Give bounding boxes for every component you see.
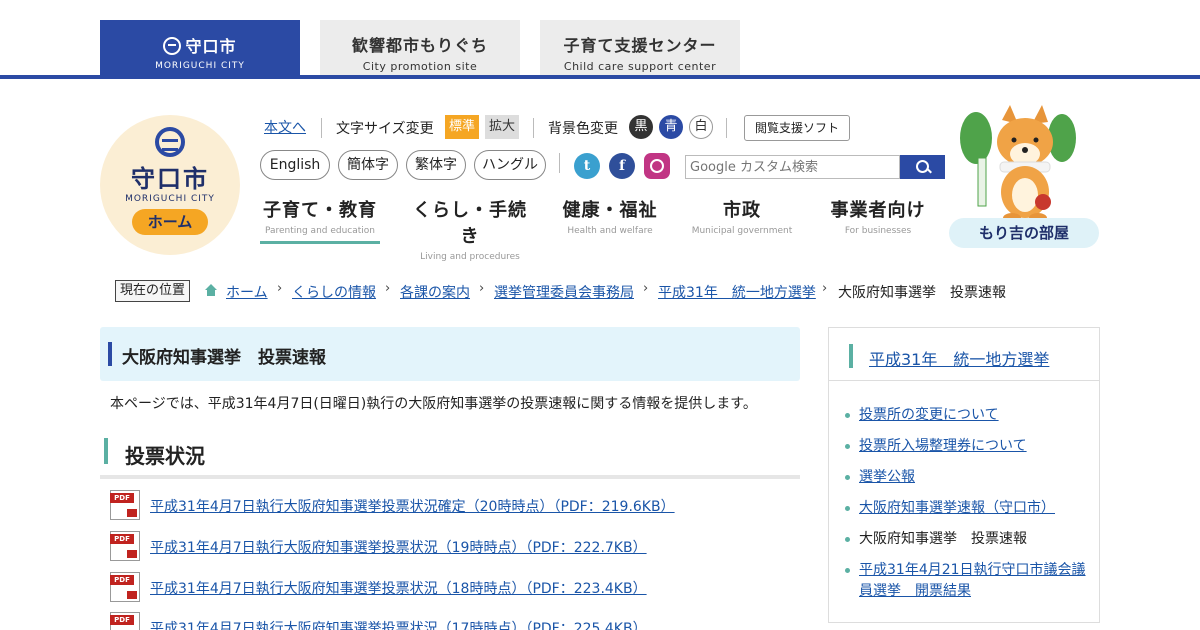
top-divider [0,75,1200,79]
home-button[interactable]: ホーム [132,209,208,235]
top-tab-child-title: 子育て支援センター [563,36,717,55]
nav-sublabel: Parenting and education [264,226,376,236]
side-nav-header: 平成31年 統一地方選挙 [829,328,1099,381]
skip-to-content-link[interactable]: 本文へ [264,117,306,137]
font-size-large-button[interactable]: 拡大 [485,115,519,139]
lang-simplified-chinese-button[interactable]: 簡体字 [338,150,398,180]
nav-label: 市政 [723,200,761,221]
nav-sublabel: Living and procedures [420,252,520,262]
breadcrumb-link-home[interactable]: ホーム [226,282,268,302]
logo-sub: MORIGUCHI CITY [125,194,215,204]
city-crest-icon [163,37,182,55]
nav-sublabel: Municipal government [691,226,793,236]
chevron-right-icon: › [277,281,283,296]
chevron-right-icon: › [385,281,391,296]
breadcrumb-label: 現在の位置 [115,280,191,302]
section-title: 投票状況 [125,444,205,468]
side-nav-title-link[interactable]: 平成31年 統一地方選挙 [869,346,1049,370]
instagram-icon[interactable] [644,153,670,179]
pdf-link[interactable]: 平成31年4月7日執行大阪府知事選挙投票状況（17時時点）（PDF：225.4K… [150,618,647,630]
breadcrumb-link-departments[interactable]: 各課の案内 [400,282,470,302]
divider [726,118,727,138]
search-input[interactable] [685,155,900,179]
pdf-icon: PDF [110,490,140,520]
chevron-right-icon: › [822,281,828,296]
breadcrumb-link-unified-election[interactable]: 平成31年 統一地方選挙 [658,282,816,302]
pdf-link[interactable]: 平成31年4月7日執行大阪府知事選挙投票状況（19時時点）（PDF：222.7K… [150,537,647,557]
bg-blue-button[interactable]: 青 [659,115,683,139]
site-logo[interactable]: 守口市 MORIGUCHI CITY ホーム [100,115,240,255]
lang-english-button[interactable]: English [260,150,330,180]
chevron-right-icon: › [643,281,649,296]
side-nav-link[interactable]: 選挙公報 [859,469,915,485]
nav-businesses[interactable]: 事業者向け For businesses [818,196,938,236]
nav-label: 子育て・教育 [263,200,377,221]
side-nav-item: 大阪府知事選挙速報（守口市） [845,498,1089,519]
top-tab-city-home[interactable]: 守口市 MORIGUCHI CITY [100,20,300,76]
chevron-right-icon: › [479,281,485,296]
city-crest-icon [155,127,185,157]
side-nav-item: 選挙公報 [845,467,1089,488]
side-nav-link[interactable]: 平成31年4月21日執行守口市議会議員選挙 開票結果 [859,562,1086,599]
top-tab-city-title: 歓響都市もりぐち [351,36,488,55]
bg-black-button[interactable]: 黒 [629,115,653,139]
pdf-icon: PDF [110,612,140,630]
mascot-room-button[interactable]: もり吉の部屋 [949,218,1099,248]
reading-assist-button[interactable]: 閲覧支援ソフト [744,115,850,141]
bg-color-label: 背景色変更 [548,121,618,137]
top-bar: 守口市 MORIGUCHI CITY 歓響都市もりぐち City promoti… [0,0,1200,80]
page-title-box: 大阪府知事選挙 投票速報 [100,327,800,381]
top-tab-child-sub: Child care support center [563,60,717,73]
top-tab-city-sub: City promotion site [362,60,478,73]
breadcrumb-link-living[interactable]: くらしの情報 [292,282,376,302]
facebook-icon[interactable]: f [609,153,635,179]
logo-name: 守口市 [131,165,209,193]
divider [559,153,560,173]
top-tab-city-promotion[interactable]: 歓響都市もりぐち City promotion site [320,20,520,76]
font-size-standard-button[interactable]: 標準 [445,115,479,139]
top-tab-home-sub: MORIGUCHI CITY [155,61,245,71]
nav-living-procedures[interactable]: くらし・手続き Living and procedures [410,196,530,262]
nav-label: 事業者向け [830,200,926,221]
side-nav-item: 投票所の変更について [845,405,1089,426]
divider [533,118,534,138]
top-tab-home-title: 守口市 [185,37,237,56]
nav-municipal-government[interactable]: 市政 Municipal government [682,196,802,236]
side-nav-link[interactable]: 投票所の変更について [859,407,999,423]
side-nav-item: 平成31年4月21日執行守口市議会議員選挙 開票結果 [845,560,1089,602]
intro-text: 本ページでは、平成31年4月7日(日曜日)執行の大阪府知事選挙の投票速報に関する… [110,396,757,412]
breadcrumb-current: 大阪府知事選挙 投票速報 [838,285,1006,301]
home-icon [205,284,217,296]
breadcrumb-link-election-office[interactable]: 選挙管理委員会事務局 [494,282,634,302]
pdf-icon: PDF [110,572,140,602]
lang-traditional-chinese-button[interactable]: 繁体字 [406,150,466,180]
nav-sublabel: Health and welfare [567,226,653,236]
pdf-link[interactable]: 平成31年4月7日執行大阪府知事選挙投票状況確定（20時時点）（PDF：219.… [150,496,675,516]
bg-white-button[interactable]: 白 [689,115,713,139]
top-tab-child-care[interactable]: 子育て支援センター Child care support center [540,20,740,76]
side-nav-link[interactable]: 大阪府知事選挙速報（守口市） [859,500,1055,516]
side-nav-link[interactable]: 投票所入場整理券について [859,438,1027,454]
search-button[interactable] [900,155,945,179]
side-nav-current-label: 大阪府知事選挙 投票速報 [859,531,1027,547]
nav-health-welfare[interactable]: 健康・福祉 Health and welfare [550,196,670,236]
divider [321,118,322,138]
nav-label: くらし・手続き [413,200,527,247]
twitter-icon[interactable]: t [574,153,600,179]
nav-label: 健康・福祉 [562,200,658,221]
font-size-label: 文字サイズ変更 [336,121,434,137]
leaf-left [960,112,992,164]
lang-korean-button[interactable]: ハングル [474,150,546,180]
pdf-icon: PDF [110,531,140,561]
section-heading: 投票状況 [100,436,800,479]
page-title: 大阪府知事選挙 投票速報 [122,348,326,368]
side-nav-item: 投票所入場整理券について [845,436,1089,457]
side-nav: 平成31年 統一地方選挙 投票所の変更について 投票所入場整理券について 選挙公… [828,327,1100,623]
nav-sublabel: For businesses [844,226,912,236]
nav-parenting-education[interactable]: 子育て・教育 Parenting and education [260,196,380,244]
pdf-link[interactable]: 平成31年4月7日執行大阪府知事選挙投票状況（18時時点）（PDF：223.4K… [150,578,647,598]
side-nav-item-current: 大阪府知事選挙 投票速報 [845,529,1089,550]
